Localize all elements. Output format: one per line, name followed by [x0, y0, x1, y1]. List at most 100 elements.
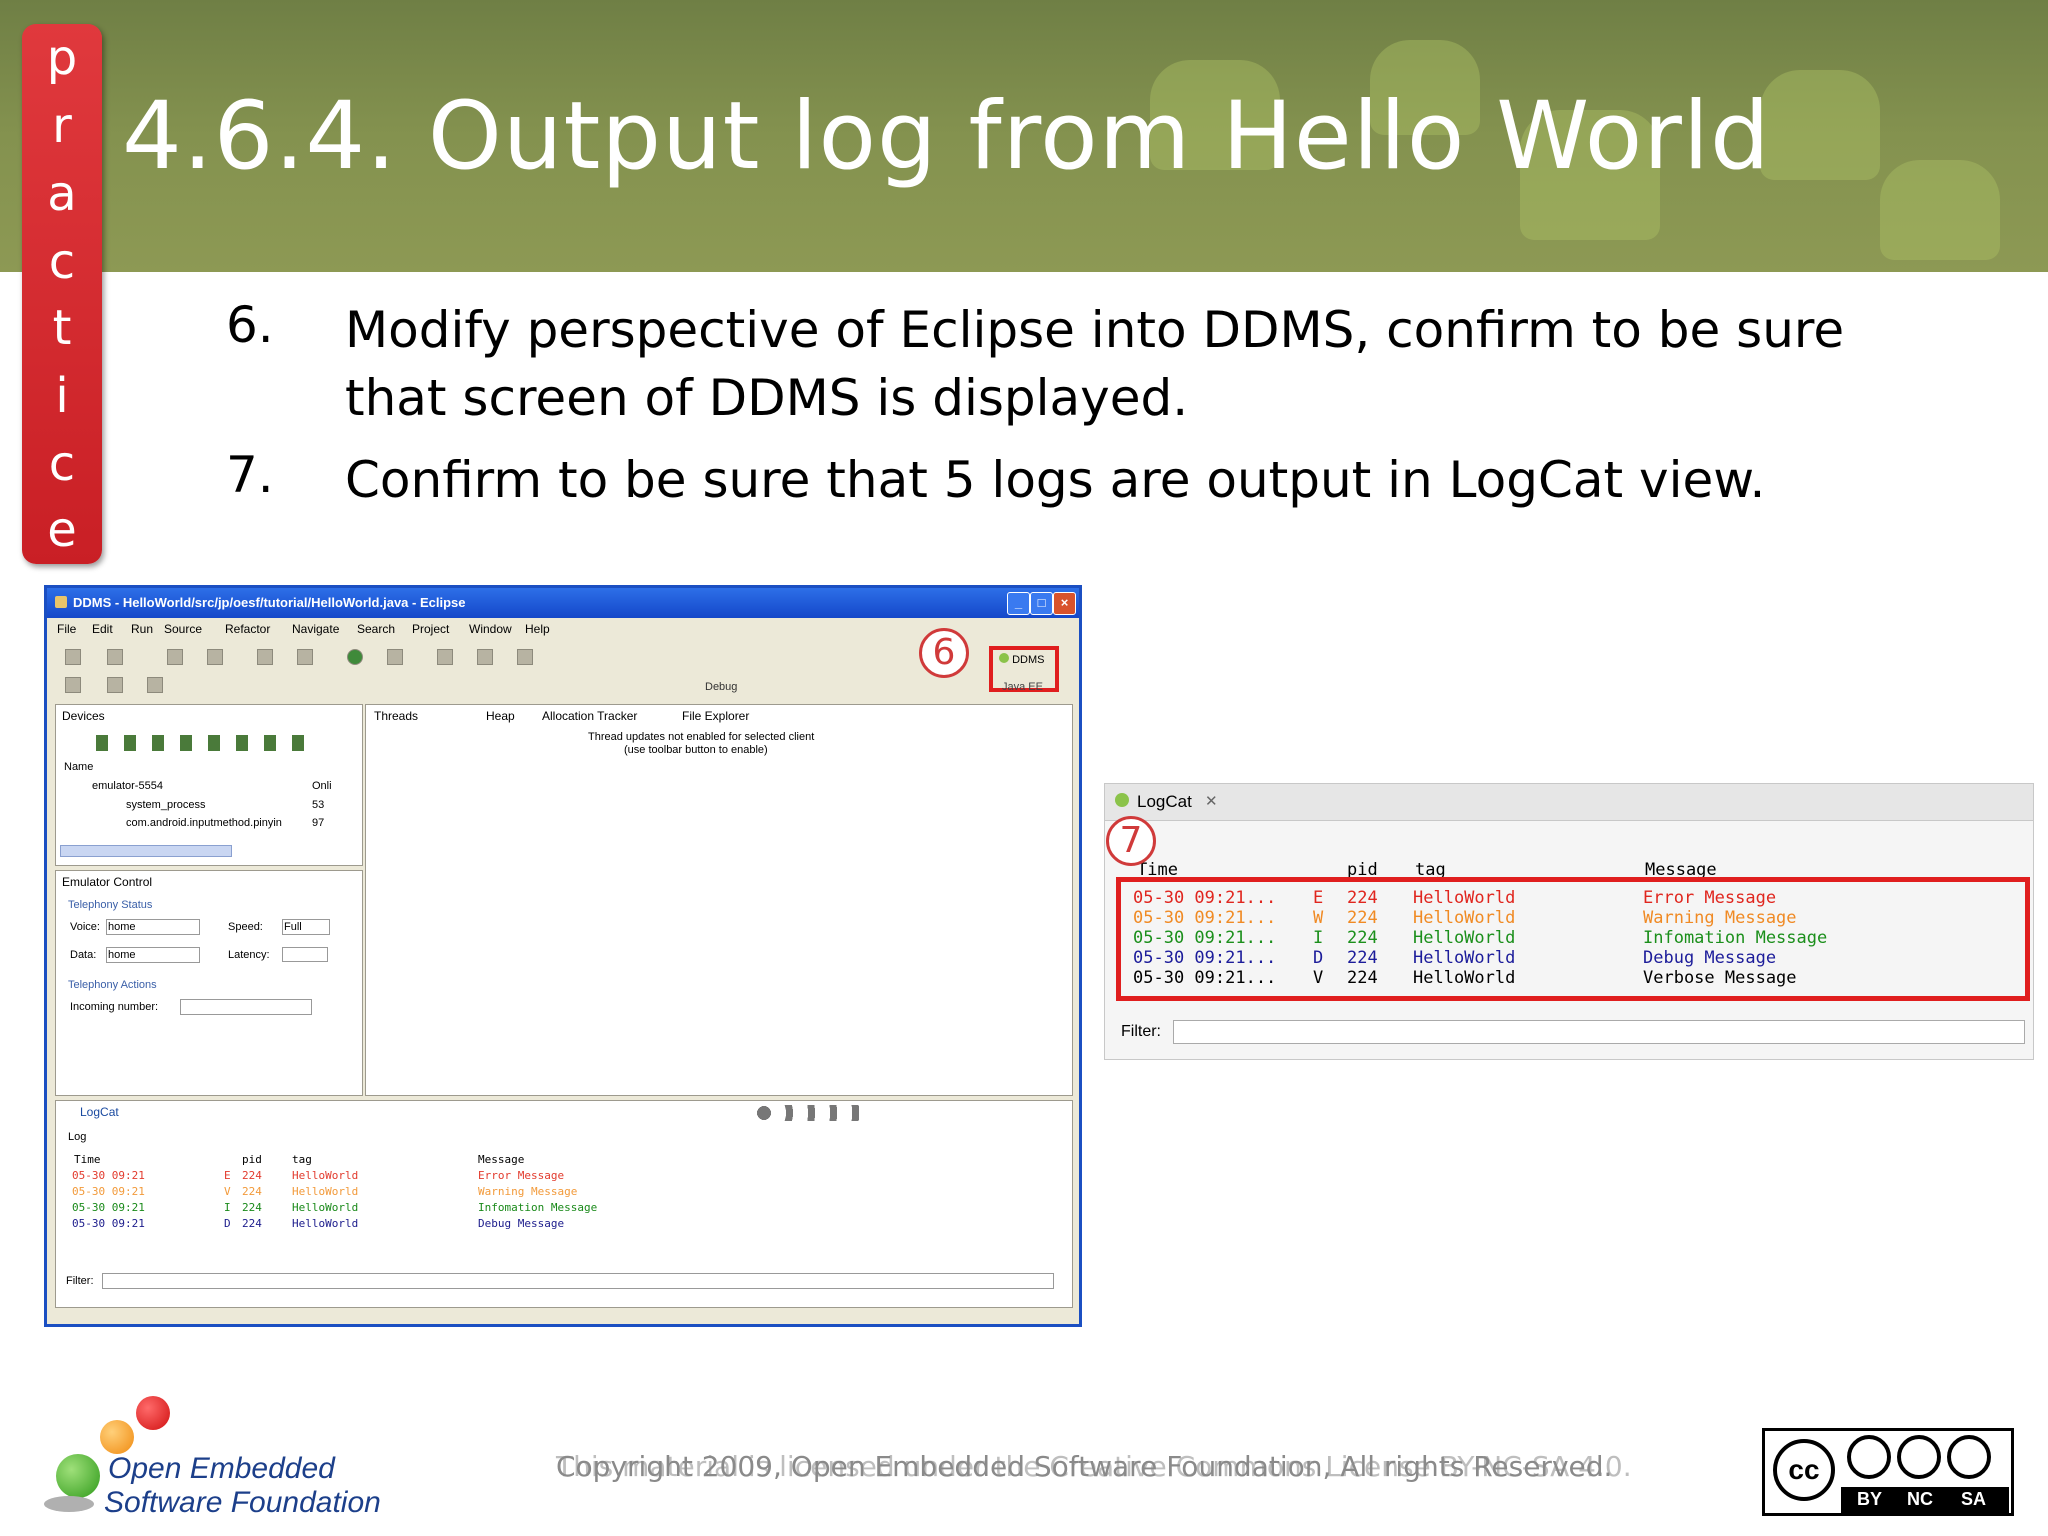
- minimize-button[interactable]: _: [1007, 592, 1030, 615]
- threads-message: (use toolbar button to enable): [624, 744, 768, 756]
- logcat-tab-bar: [1105, 784, 2033, 821]
- logo-text-line2: Software Foundation: [104, 1486, 381, 1519]
- perspective-debug[interactable]: Debug: [705, 681, 737, 693]
- log-pid-cell: 224: [242, 1201, 262, 1214]
- save-icon[interactable]: [107, 649, 123, 665]
- debug-icon[interactable]: [297, 649, 313, 665]
- menu-window[interactable]: Window: [469, 622, 512, 636]
- menu-refactor[interactable]: Refactor: [225, 622, 270, 636]
- logo-text-line1: Open Embedded: [108, 1452, 335, 1485]
- open-type-icon[interactable]: [437, 649, 453, 665]
- perspective-ddms-button[interactable]: DDMS: [999, 653, 1044, 666]
- back-icon[interactable]: [65, 677, 81, 693]
- device-toolbar-icons[interactable]: [96, 735, 306, 751]
- telephony-actions-label: Telephony Actions: [68, 979, 157, 991]
- menu-run[interactable]: Run: [131, 622, 153, 636]
- practice-tab: p r a c t i c e: [22, 24, 102, 564]
- project-icon[interactable]: [207, 649, 223, 665]
- filter-input[interactable]: [102, 1273, 1054, 1289]
- menu-navigate[interactable]: Navigate: [292, 622, 339, 636]
- speed-select[interactable]: Full: [282, 919, 330, 935]
- speed-label: Speed:: [228, 921, 263, 933]
- android-icon: [999, 653, 1009, 663]
- maximize-button[interactable]: □: [1030, 592, 1053, 615]
- run-icon[interactable]: [347, 649, 363, 665]
- tab-heap[interactable]: Heap: [486, 709, 515, 723]
- tab-threads[interactable]: Threads: [374, 709, 418, 723]
- log-time-cell: 05-30 09:21: [72, 1217, 145, 1230]
- nav-icon[interactable]: [147, 677, 163, 693]
- step-text: Confirm to be sure that 5 logs are outpu…: [345, 451, 1766, 509]
- device-row-name[interactable]: system_process: [126, 799, 205, 811]
- logo-green-ball: [56, 1454, 100, 1498]
- filter-label: Filter:: [66, 1275, 94, 1287]
- tab-emulator-control[interactable]: Emulator Control: [62, 875, 152, 889]
- footer-license: This material is licensed under the Crea…: [556, 1450, 1632, 1483]
- eclipse-icon: [55, 596, 67, 608]
- forward-icon[interactable]: [107, 677, 123, 693]
- data-select[interactable]: home: [106, 947, 200, 963]
- close-tab-icon[interactable]: ✕: [1205, 792, 1218, 810]
- devices-panel: Devices Name emulator-5554 Onli system_p…: [55, 704, 363, 866]
- filter-input-zoom[interactable]: [1173, 1020, 2025, 1044]
- logcat-highlight-box: [1116, 877, 2030, 1001]
- device-row-name[interactable]: emulator-5554: [92, 780, 163, 792]
- window-titlebar: DDMS - HelloWorld/src/jp/oesf/tutorial/H…: [47, 588, 1079, 618]
- tab-allocation-tracker[interactable]: Allocation Tracker: [542, 709, 637, 723]
- menu-file[interactable]: File: [57, 622, 76, 636]
- menu-edit[interactable]: Edit: [92, 622, 113, 636]
- tab-file-explorer[interactable]: File Explorer: [682, 709, 749, 723]
- next-annotation-icon[interactable]: [517, 649, 533, 665]
- window-title: DDMS - HelloWorld/src/jp/oesf/tutorial/H…: [73, 595, 466, 610]
- device-row-name[interactable]: com.android.inputmethod.pinyin: [126, 817, 282, 829]
- step-text: Modify perspective of Eclipse into DDMS,…: [345, 301, 1845, 427]
- latency-label: Latency:: [228, 949, 270, 961]
- voice-select[interactable]: home: [106, 919, 200, 935]
- close-button[interactable]: ×: [1053, 592, 1076, 615]
- log-tag-cell: HelloWorld: [292, 1169, 359, 1182]
- oesf-logo: Open Embedded Software Foundation: [44, 1396, 384, 1519]
- log-level-cell: E: [224, 1169, 231, 1182]
- log-level-filter-icons[interactable]: [756, 1105, 866, 1121]
- threads-panel: Threads Heap Allocation Tracker File Exp…: [365, 704, 1073, 1096]
- tab-log[interactable]: Log: [68, 1131, 86, 1143]
- cc-icon: cc: [1773, 1439, 1835, 1501]
- search-icon[interactable]: [477, 649, 493, 665]
- logo-orange-ball: [100, 1420, 134, 1454]
- menu-project[interactable]: Project: [412, 622, 449, 636]
- tab-logcat[interactable]: LogCat: [80, 1105, 119, 1119]
- tab-logcat-zoom[interactable]: LogCat: [1137, 792, 1192, 812]
- incoming-number-input[interactable]: [180, 999, 312, 1015]
- emulator-control-panel: Emulator Control Telephony Status Voice:…: [55, 870, 363, 1096]
- step-number: 6.: [226, 296, 274, 354]
- sa-icon: [1947, 1435, 1991, 1479]
- menu-source[interactable]: Source: [164, 622, 202, 636]
- logo-red-ball: [136, 1396, 170, 1430]
- step-number: 7.: [226, 446, 274, 504]
- external-tools-icon[interactable]: [387, 649, 403, 665]
- horizontal-scrollbar[interactable]: [60, 845, 232, 857]
- logcat-col-pid: pid: [242, 1153, 262, 1166]
- practice-letter: t: [52, 300, 72, 356]
- practice-letter: r: [52, 98, 72, 154]
- new-icon[interactable]: [65, 649, 81, 665]
- android-icon: [1115, 793, 1129, 807]
- print-icon[interactable]: [167, 649, 183, 665]
- practice-letter: e: [47, 502, 77, 558]
- log-level-cell: I: [224, 1201, 231, 1214]
- build-icon[interactable]: [257, 649, 273, 665]
- telephony-status-label: Telephony Status: [68, 899, 153, 911]
- perspective-java[interactable]: Java EE: [1002, 681, 1043, 693]
- logcat-panel-small: LogCat Log Time pid tag Message 05-30 09…: [55, 1100, 1073, 1308]
- tab-devices[interactable]: Devices: [62, 709, 105, 723]
- filter-label-zoom: Filter:: [1121, 1023, 1161, 1040]
- latency-select[interactable]: [282, 947, 328, 962]
- log-pid-cell: 224: [242, 1185, 262, 1198]
- practice-letter: i: [55, 368, 69, 424]
- menu-help[interactable]: Help: [525, 622, 550, 636]
- menu-search[interactable]: Search: [357, 622, 395, 636]
- devices-col-name: Name: [64, 761, 94, 773]
- cc-sa-label: SA: [1961, 1489, 1987, 1509]
- log-tag-cell: HelloWorld: [292, 1217, 359, 1230]
- voice-label: Voice:: [70, 921, 100, 933]
